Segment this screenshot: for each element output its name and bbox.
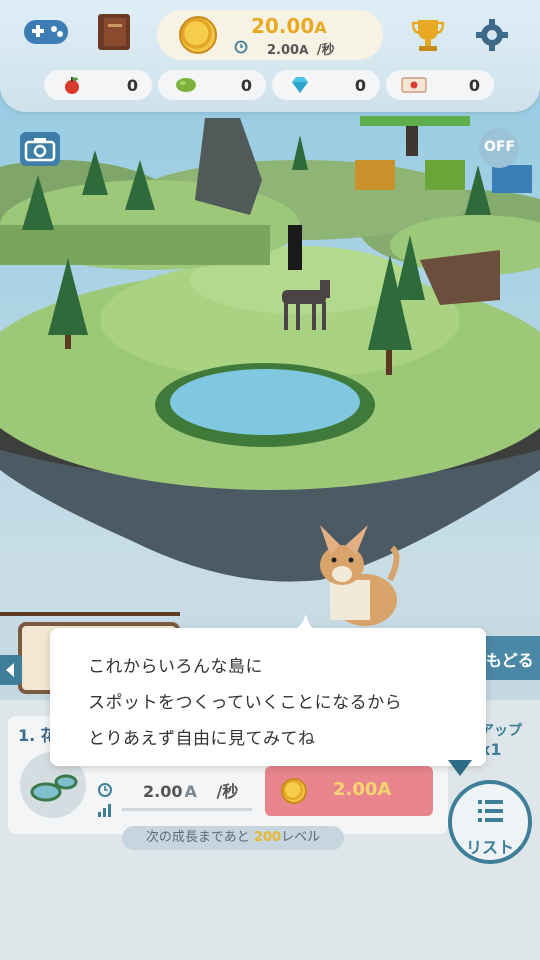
alarm-clock-icon bbox=[234, 40, 248, 54]
apple-icon bbox=[65, 77, 79, 94]
list-button[interactable]: リスト bbox=[448, 780, 532, 864]
back-tab-label: もどる bbox=[486, 651, 534, 670]
tutorial-dialog[interactable]: これからいろんな島に スポットをつくっていくことになるから とりあえず自由に見て… bbox=[50, 614, 486, 766]
rate-unit: A bbox=[184, 782, 197, 801]
buy-upgrade-button[interactable]: 2.00A bbox=[265, 766, 433, 816]
currency-display: 20.00A 2.00A /秒 bbox=[157, 10, 383, 60]
currency-amount: 20.00 bbox=[251, 14, 315, 38]
camera-icon bbox=[24, 138, 56, 162]
chevron-left-icon bbox=[6, 663, 14, 677]
gamepad-icon bbox=[24, 20, 68, 44]
bean-count: 0 bbox=[240, 76, 252, 95]
level-bars-icon bbox=[98, 804, 111, 817]
apple-count: 0 bbox=[126, 76, 138, 95]
alarm-clock-icon-small bbox=[98, 783, 112, 797]
currency-rate-value: 2.00 bbox=[267, 43, 300, 58]
dialog-next-arrow-icon[interactable] bbox=[448, 760, 472, 776]
growth-level: 200 bbox=[253, 830, 282, 845]
off-label: OFF bbox=[484, 139, 516, 155]
book-icon bbox=[98, 14, 130, 50]
dialog-line-1: これからいろんな島に bbox=[88, 657, 263, 677]
off-toggle[interactable]: OFF bbox=[479, 128, 519, 168]
resource-apple: 0 bbox=[44, 70, 152, 100]
diamond-icon bbox=[292, 77, 308, 93]
dialog-line-2: スポットをつくっていくことになるから bbox=[88, 693, 403, 713]
production-rate: 2.00 A /秒 bbox=[143, 778, 238, 802]
trophy-button[interactable] bbox=[408, 14, 448, 54]
dialog-tail bbox=[294, 614, 314, 630]
currency-unit: A bbox=[314, 18, 327, 37]
list-icon bbox=[478, 800, 503, 822]
gamepad-button[interactable] bbox=[22, 14, 70, 50]
currency-rate-suffix: /秒 bbox=[316, 43, 335, 58]
bean-icon bbox=[176, 78, 196, 92]
upgrade-label: アップ bbox=[480, 723, 522, 739]
resource-ticket: 0 bbox=[386, 70, 494, 100]
settings-button[interactable] bbox=[475, 18, 509, 52]
ticket-icon bbox=[401, 77, 427, 93]
currency-rate-unit: A bbox=[299, 43, 309, 57]
coin-icon bbox=[179, 16, 217, 54]
gear-icon bbox=[476, 19, 508, 51]
wooden-sign bbox=[0, 612, 180, 616]
rate-value: 2.00 bbox=[143, 782, 183, 801]
buy-price-unit: A bbox=[377, 779, 392, 800]
resource-bean: 0 bbox=[158, 70, 266, 100]
resource-diamond: 0 bbox=[272, 70, 380, 100]
buy-price-value: 2.00 bbox=[333, 779, 378, 800]
growth-suffix: レベル bbox=[281, 830, 321, 845]
rate-suffix: /秒 bbox=[216, 782, 239, 801]
diamond-count: 0 bbox=[354, 76, 366, 95]
level-progress-bar bbox=[122, 808, 252, 811]
trophy-icon bbox=[411, 20, 445, 51]
growth-info: 次の成長まであと 200レベル bbox=[122, 826, 344, 850]
prev-arrow-button[interactable] bbox=[0, 655, 22, 685]
list-label: リスト bbox=[465, 838, 514, 857]
camera-button[interactable] bbox=[20, 132, 60, 166]
growth-prefix: 次の成長まであと bbox=[145, 830, 250, 845]
book-button[interactable] bbox=[92, 10, 136, 54]
ticket-count: 0 bbox=[468, 76, 480, 95]
coin-icon bbox=[281, 778, 307, 804]
dialog-line-3: とりあえず自由に見てみてね bbox=[88, 729, 316, 749]
